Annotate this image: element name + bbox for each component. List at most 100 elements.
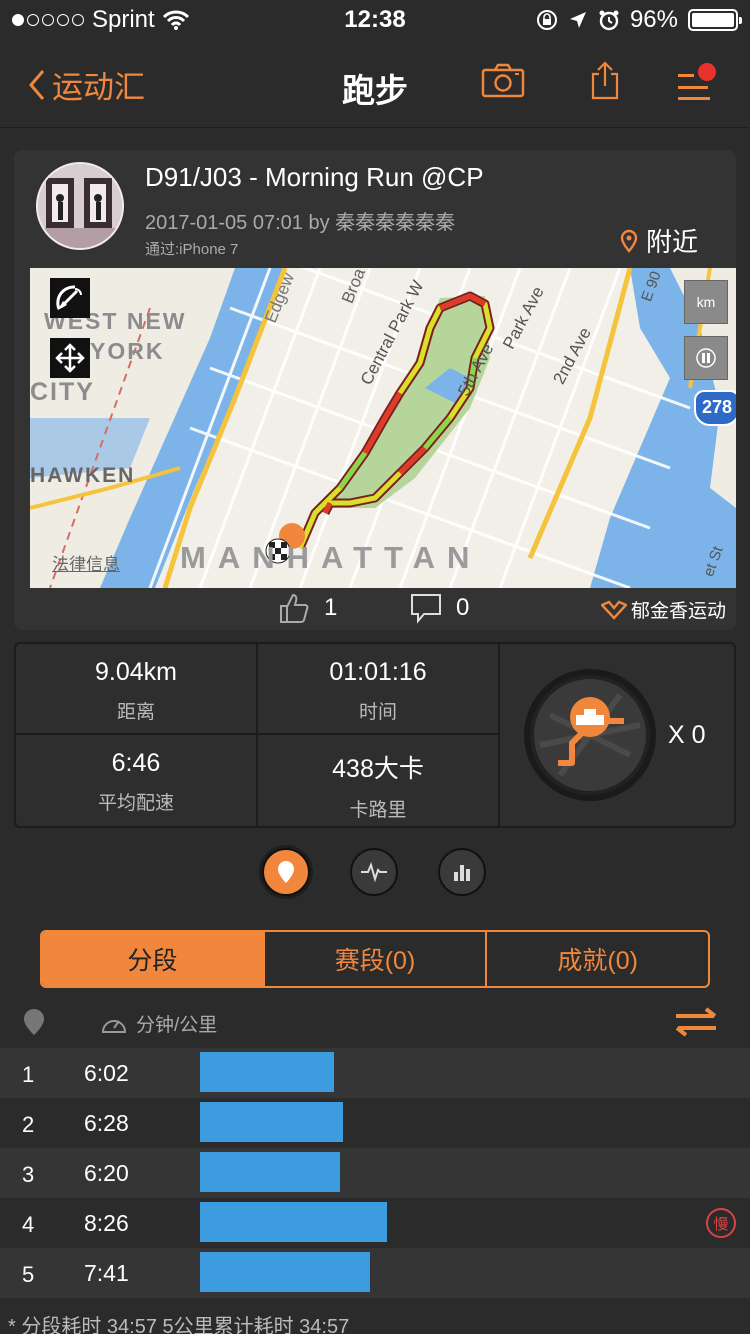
- like-button[interactable]: 1: [278, 592, 337, 624]
- satellite-dish-icon: [56, 285, 82, 310]
- pause-marker-button[interactable]: [684, 336, 728, 380]
- split-index: 4: [22, 1212, 35, 1237]
- stat-time: 01:01:16 时间: [258, 644, 500, 735]
- podium-badge[interactable]: X 0: [500, 644, 736, 826]
- slow-badge: 慢: [706, 1208, 736, 1238]
- split-bar: [200, 1202, 387, 1242]
- stat-calories: 438大卡 卡路里: [258, 735, 500, 826]
- share-icon: [591, 61, 619, 100]
- chevron-left-icon: [29, 69, 45, 100]
- section-tabs: 分段 赛段(0) 成就(0): [40, 930, 710, 988]
- comment-icon: [411, 594, 441, 624]
- avatar-image: [38, 164, 122, 248]
- avatar[interactable]: [36, 162, 124, 250]
- map-view-toggle[interactable]: [262, 848, 310, 896]
- tab-segments[interactable]: 赛段(0): [265, 932, 488, 986]
- split-row: 1 6:02: [0, 1048, 750, 1098]
- battery-icon: [688, 9, 742, 31]
- stat-pace-value: 6:46: [111, 749, 161, 777]
- pace-unit-label: 分钟/公里: [136, 1015, 218, 1036]
- stat-calories-value: 438大卡: [332, 755, 424, 783]
- split-row: 3 6:20: [0, 1148, 750, 1198]
- activity-meta: 2017-01-05 07:01 by 秦秦秦秦秦秦: [145, 212, 456, 234]
- activity-card: D91/J03 - Morning Run @CP 2017-01-05 07:…: [14, 150, 736, 630]
- bar-chart-icon: [454, 865, 470, 881]
- nav-bar: 运动汇 跑步: [0, 40, 750, 128]
- stat-calories-label: 卡路里: [349, 800, 407, 821]
- km-label: km: [696, 294, 716, 310]
- stat-distance: 9.04km 距离: [16, 644, 258, 735]
- stat-distance-value: 9.04km: [95, 658, 177, 686]
- activity-device: 通过:iPhone 7: [145, 241, 239, 258]
- activity-title[interactable]: D91/J03 - Morning Run @CP: [145, 162, 484, 193]
- map-label-city: CITY: [30, 378, 95, 406]
- move-arrows-icon: [55, 343, 85, 373]
- tulip-logo-icon: [600, 600, 627, 620]
- split-index: 3: [22, 1162, 35, 1187]
- tab-splits[interactable]: 分段: [42, 932, 265, 986]
- gps-button[interactable]: [50, 278, 90, 318]
- location-pin-icon: [620, 229, 638, 253]
- sort-toggle-button[interactable]: [672, 1006, 720, 1043]
- social-row: 1 0 郁金香运动: [14, 590, 736, 630]
- heart-rate-view-toggle[interactable]: [350, 848, 398, 896]
- splits-list: 1 6:02 2 6:28 3 6:20 4 8:26 慢 5 7:41: [0, 1048, 750, 1298]
- legal-link[interactable]: 法律信息: [52, 550, 120, 575]
- stat-pace-label: 平均配速: [97, 793, 174, 814]
- stats-panel: 9.04km 距离 01:01:16 时间 6:46 平均配速 438大卡 卡路…: [14, 642, 736, 828]
- map-label-york: YORK: [90, 338, 165, 364]
- stat-distance-label: 距离: [116, 702, 155, 723]
- location-arrow-icon: [569, 12, 586, 28]
- splits-footer: * 分段耗时 34:57 5公里累计耗时 34:57: [8, 1316, 350, 1334]
- split-pace: 6:20: [84, 1160, 129, 1186]
- split-row: 4 8:26 慢: [0, 1198, 750, 1248]
- km-marker-button[interactable]: km: [684, 280, 728, 324]
- splits-header: 分钟/公里: [0, 1000, 750, 1046]
- battery-percent: 96%: [629, 6, 678, 33]
- location-pin-icon: [278, 861, 294, 883]
- camera-button[interactable]: [481, 62, 527, 104]
- pause-icon: [696, 348, 716, 368]
- share-button[interactable]: [590, 60, 636, 102]
- map-label-manhattan: MANHATTAN: [180, 540, 482, 575]
- split-bar: [200, 1152, 340, 1192]
- tab-achievements[interactable]: 成就(0): [487, 932, 708, 986]
- pace-unit: 分钟/公里: [100, 1010, 217, 1037]
- camera-icon: [481, 63, 525, 98]
- highway-shield: 278: [694, 390, 736, 426]
- location-pin-icon: [24, 1009, 44, 1035]
- split-row: 2 6:28: [0, 1098, 750, 1148]
- rotation-lock-icon: [536, 10, 557, 30]
- split-index: 1: [22, 1062, 35, 1087]
- comment-button[interactable]: 0: [410, 592, 469, 624]
- brand-label: 郁金香运动: [630, 601, 726, 622]
- speedometer-icon: [101, 1019, 127, 1033]
- split-pace: 6:02: [84, 1060, 129, 1086]
- stat-pace: 6:46 平均配速: [16, 735, 258, 826]
- split-row: 5 7:41: [0, 1248, 750, 1298]
- comment-count: 0: [456, 594, 470, 621]
- back-label: 运动汇: [52, 70, 145, 105]
- nearby-label: 附近: [645, 227, 698, 257]
- back-button[interactable]: 运动汇: [28, 62, 145, 107]
- brand-link[interactable]: 郁金香运动: [600, 596, 726, 623]
- alarm-icon: [599, 10, 619, 31]
- thumbs-up-icon: [280, 593, 309, 623]
- menu-icon: [678, 63, 716, 100]
- split-pace: 6:28: [84, 1110, 129, 1136]
- pan-button[interactable]: [50, 338, 90, 378]
- split-bar: [200, 1252, 370, 1292]
- route-map[interactable]: WEST NEW YORK CITY HAWKEN MANHATTAN Edge…: [30, 268, 736, 588]
- nearby-button[interactable]: 附近: [620, 222, 698, 259]
- split-pace: 8:26: [84, 1210, 129, 1236]
- chart-view-toggle[interactable]: [438, 848, 486, 896]
- status-bar: Sprint 12:38 96%: [0, 0, 750, 40]
- split-pace: 7:41: [84, 1260, 129, 1286]
- split-bar: [200, 1102, 343, 1142]
- split-index: 2: [22, 1112, 35, 1137]
- badge-count: X 0: [668, 720, 706, 749]
- menu-button[interactable]: [676, 62, 722, 104]
- pulse-icon: [361, 862, 387, 882]
- map-label-hawken: HAWKEN: [30, 464, 136, 487]
- split-bar: [200, 1052, 334, 1092]
